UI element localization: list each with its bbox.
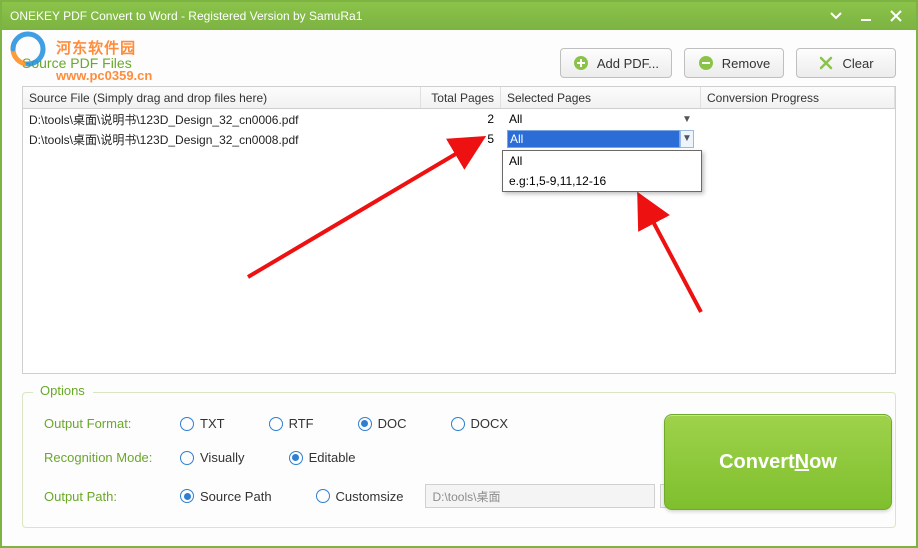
remove-label: Remove xyxy=(722,56,770,71)
table-row[interactable]: D:\tools\桌面\说明书\123D_Design_32_cn0008.pd… xyxy=(23,129,895,149)
add-pdf-label: Add PDF... xyxy=(597,56,659,71)
combo-value: All xyxy=(507,112,680,126)
cell-file: D:\tools\桌面\说明书\123D_Design_32_cn0006.pd… xyxy=(23,109,421,130)
radio-custom-path[interactable]: Customsize xyxy=(316,489,404,504)
dropdown-option-all[interactable]: All xyxy=(503,151,701,171)
radio-txt[interactable]: TXT xyxy=(180,416,225,431)
output-format-label: Output Format: xyxy=(44,416,174,431)
col-selected-pages[interactable]: Selected Pages xyxy=(501,87,701,108)
combo-value: All xyxy=(507,130,680,148)
radio-visually[interactable]: Visually xyxy=(180,450,245,465)
cell-file: D:\tools\桌面\说明书\123D_Design_32_cn0008.pd… xyxy=(23,129,421,150)
cell-progress xyxy=(701,137,895,141)
add-pdf-button[interactable]: Add PDF... xyxy=(560,48,672,78)
options-legend: Options xyxy=(36,383,89,398)
chevron-down-icon[interactable]: ▼ xyxy=(680,130,694,148)
col-total-pages[interactable]: Total Pages xyxy=(421,87,501,108)
title-bar: ONEKEY PDF Convert to Word - Registered … xyxy=(2,2,916,30)
source-files-heading: Source PDF Files xyxy=(22,55,132,71)
close-button[interactable] xyxy=(884,7,908,25)
selected-pages-combo[interactable]: All ▼ xyxy=(507,130,694,148)
dropdown-option-example[interactable]: e.g:1,5-9,11,12-16 xyxy=(503,171,701,191)
cell-total: 2 xyxy=(421,110,501,128)
options-panel: Options Output Format: TXT RTF DOC DOCX … xyxy=(22,392,896,528)
convert-label-suffix: ow xyxy=(809,451,837,474)
radio-source-path[interactable]: Source Path xyxy=(180,489,272,504)
radio-source-path-label: Source Path xyxy=(200,489,272,504)
radio-custom-path-label: Customsize xyxy=(336,489,404,504)
selected-pages-combo[interactable]: All ▼ xyxy=(507,112,694,126)
plus-icon xyxy=(573,55,589,71)
radio-docx[interactable]: DOCX xyxy=(451,416,509,431)
minimize-button[interactable] xyxy=(854,7,878,25)
convert-label-prefix: Convert xyxy=(719,451,795,474)
col-source-file[interactable]: Source File (Simply drag and drop files … xyxy=(23,87,421,108)
radio-rtf[interactable]: RTF xyxy=(269,416,314,431)
chevron-down-icon[interactable]: ▼ xyxy=(680,114,694,125)
radio-rtf-label: RTF xyxy=(289,416,314,431)
radio-editable[interactable]: Editable xyxy=(289,450,356,465)
convert-hotkey: N xyxy=(795,451,809,474)
cell-progress xyxy=(701,117,895,121)
clear-label: Clear xyxy=(842,56,873,71)
files-table: Source File (Simply drag and drop files … xyxy=(22,86,896,374)
window-title: ONEKEY PDF Convert to Word - Registered … xyxy=(10,9,362,23)
radio-doc-label: DOC xyxy=(378,416,407,431)
output-path-label: Output Path: xyxy=(44,489,174,504)
cell-selected[interactable]: All ▼ xyxy=(501,128,701,150)
table-row[interactable]: D:\tools\桌面\说明书\123D_Design_32_cn0006.pd… xyxy=(23,109,895,129)
radio-visually-label: Visually xyxy=(200,450,245,465)
output-path-input xyxy=(425,484,655,508)
radio-doc[interactable]: DOC xyxy=(358,416,407,431)
selected-pages-dropdown[interactable]: All e.g:1,5-9,11,12-16 xyxy=(502,150,702,192)
clear-button[interactable]: Clear xyxy=(796,48,896,78)
cell-selected[interactable]: All ▼ xyxy=(501,110,701,128)
titlebar-dropdown-button[interactable] xyxy=(824,7,848,25)
col-conversion-progress[interactable]: Conversion Progress xyxy=(701,87,895,108)
table-header: Source File (Simply drag and drop files … xyxy=(23,87,895,109)
radio-txt-label: TXT xyxy=(200,416,225,431)
cell-total: 5 xyxy=(421,130,501,148)
radio-docx-label: DOCX xyxy=(471,416,509,431)
x-icon xyxy=(818,55,834,71)
convert-now-button[interactable]: Convert Now xyxy=(664,414,892,510)
recognition-mode-label: Recognition Mode: xyxy=(44,450,174,465)
radio-editable-label: Editable xyxy=(309,450,356,465)
remove-button[interactable]: Remove xyxy=(684,48,784,78)
minus-icon xyxy=(698,55,714,71)
